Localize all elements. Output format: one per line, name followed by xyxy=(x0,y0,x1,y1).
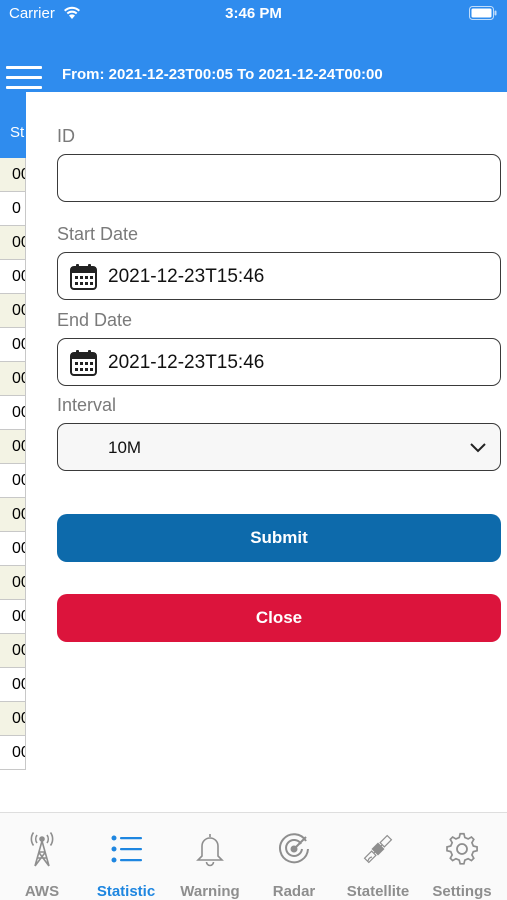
battery-icon xyxy=(469,6,497,20)
tab-bar: AWS Statistic Warning Radar Statellite S… xyxy=(0,812,507,900)
id-label: ID xyxy=(57,126,75,146)
table-row: 00 xyxy=(0,464,26,498)
tab-satellite[interactable]: Statellite xyxy=(336,813,420,900)
table-row: 00 xyxy=(0,702,26,736)
table-row: 00 xyxy=(0,226,26,260)
table-row: 00 xyxy=(0,362,26,396)
satellite-icon xyxy=(363,834,393,864)
table-row: 00 xyxy=(0,634,26,668)
table-row: 00 xyxy=(0,600,26,634)
interval-label: Interval xyxy=(57,395,117,415)
tab-label: Settings xyxy=(432,883,492,900)
chevron-down-icon xyxy=(470,443,486,453)
date-range-label: From: 2021-12-23T00:05 To 2021-12-24T00:… xyxy=(62,66,383,83)
tab-radar[interactable]: Radar xyxy=(252,813,336,900)
table-row: 00 xyxy=(0,396,26,430)
gear-icon xyxy=(446,832,478,865)
list-icon xyxy=(111,835,142,863)
tab-settings[interactable]: Settings xyxy=(420,813,504,900)
radar-icon xyxy=(279,833,309,864)
table-row: 00 xyxy=(0,566,26,600)
table-row: 00 xyxy=(0,532,26,566)
end-date-value: 2021-12-23T15:46 xyxy=(108,352,265,373)
hamburger-menu-icon[interactable] xyxy=(6,66,42,92)
start-date-label: Start Date xyxy=(57,224,139,244)
table-row: 00 xyxy=(0,328,26,362)
start-date-field[interactable]: 2021-12-23T15:46 xyxy=(57,252,501,300)
tab-label: AWS xyxy=(24,883,60,900)
interval-value: 10M xyxy=(108,438,142,457)
tab-statistic[interactable]: Statistic xyxy=(84,813,168,900)
background-table: St 00 0 00 00 00 00 00 00 00 00 00 00 00… xyxy=(0,92,26,777)
status-time: 3:46 PM xyxy=(225,5,282,22)
close-button[interactable]: Close xyxy=(57,594,501,642)
table-row: 00 xyxy=(0,736,26,770)
interval-select[interactable]: 10M xyxy=(57,423,501,471)
end-date-field[interactable]: 2021-12-23T15:46 xyxy=(57,338,501,386)
tab-label: Warning xyxy=(180,883,240,900)
table-row: 00 xyxy=(0,294,26,328)
tab-label: Radar xyxy=(272,883,316,900)
table-row: 00 xyxy=(0,430,26,464)
status-bar: Carrier 3:46 PM xyxy=(0,0,507,30)
table-header-label: St xyxy=(10,124,25,141)
tab-label: Statellite xyxy=(346,883,410,900)
tab-warning[interactable]: Warning xyxy=(168,813,252,900)
app-header: Carrier 3:46 PM From: 2021-12-23T00:05 T… xyxy=(0,0,507,92)
tab-label: Statistic xyxy=(96,883,156,900)
submit-button[interactable]: Submit xyxy=(57,514,501,562)
end-date-label: End Date xyxy=(57,310,133,330)
start-date-value: 2021-12-23T15:46 xyxy=(108,266,265,287)
table-row: 00 xyxy=(0,498,26,532)
table-row: 00 xyxy=(0,260,26,294)
table-row: 00 xyxy=(0,158,26,192)
table-header: St xyxy=(0,92,26,158)
tab-aws[interactable]: AWS xyxy=(0,813,84,900)
calendar-icon xyxy=(70,264,97,290)
calendar-icon xyxy=(70,350,97,376)
table-row: 0 xyxy=(0,192,26,226)
id-input[interactable] xyxy=(57,154,501,202)
bell-icon xyxy=(196,834,224,867)
tower-icon xyxy=(30,832,54,867)
filter-panel: ID Start Date 2021-12-23T15:46 End Date … xyxy=(27,92,507,777)
table-row: 00 xyxy=(0,668,26,702)
